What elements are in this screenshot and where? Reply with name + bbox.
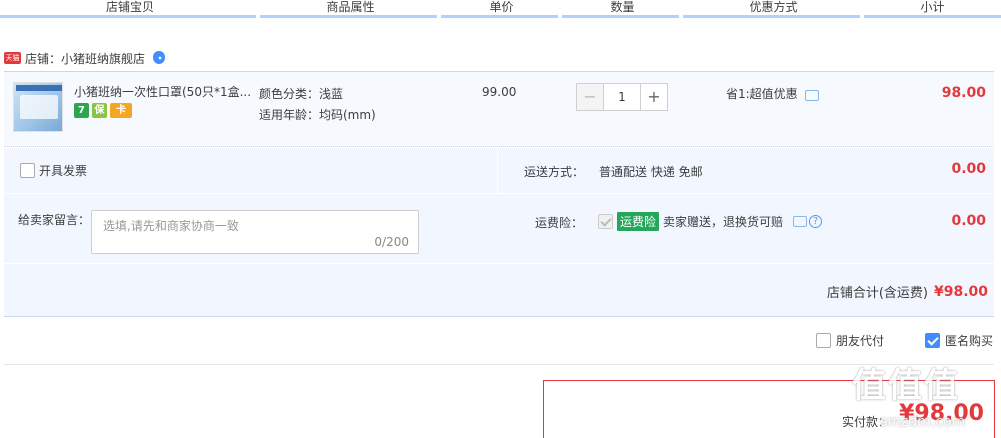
seven-day-return-icon[interactable]: 7 [74,103,89,118]
header-col-item: 店铺宝贝 [0,0,260,18]
friend-pay-option[interactable]: 朋友代付 [816,332,884,349]
promo-info: 省1:超值优惠 [726,85,819,102]
cart-item-row: 小猪班纳一次性口罩(50只*1盒... 7 保 卡 颜色分类：浅蓝 适用年龄：均… [4,71,994,147]
shop-total-value: ¥98.00 [933,283,988,300]
anonymous-option[interactable]: 匿名购买 [925,332,993,349]
message-char-count: 0/200 [374,235,409,249]
message-label: 给卖家留言： [18,213,91,227]
shop-line: 天猫 店铺：小猪班纳旗舰店 [4,48,167,68]
friend-pay-label: 朋友代付 [836,334,885,348]
message-placeholder: 选填,请先和商家协商一致 [103,219,239,233]
anonymous-checkbox[interactable] [925,333,940,348]
order-options-panel: 开具发票 运送方式： 普通配送 快递 免邮 0.00 给卖家留言： 选填,请先和… [4,148,994,317]
insurance-label: 运费险： [535,216,584,230]
invoice-option[interactable]: 开具发票 [20,162,87,179]
quantity-plus-button[interactable]: + [640,83,668,111]
invoice-label: 开具发票 [39,164,88,178]
message-textarea[interactable]: 选填,请先和商家协商一致 0/200 [91,210,419,254]
header-col-price: 单价 [441,0,562,18]
insurance-text: 卖家赠送，退换货可赔 [663,215,784,229]
shop-total-label: 店铺合计(含运费) [826,286,928,301]
attr-age: 适用年龄：均码(mm) [259,108,376,122]
anonymous-label: 匿名购买 [945,334,994,348]
unit-price: 99.00 [482,85,517,99]
product-title-link[interactable]: 小猪班纳一次性口罩(50只*1盒... [74,83,259,100]
site-watermark-logo: 值值值 [852,366,960,406]
shop-name-link[interactable]: 店铺：小猪班纳旗舰店 [25,50,145,67]
promo-comment-icon[interactable] [804,90,819,101]
insurance-checkbox [598,214,613,229]
service-badges: 7 保 卡 [74,103,132,118]
site-watermark-domain: smzdm.com [880,414,966,430]
delivery-fee: 0.00 [951,161,986,177]
insurance-tag: 运费险 [617,212,660,231]
credit-card-icon[interactable]: 卡 [110,103,132,118]
tmall-icon: 天猫 [4,52,21,64]
insurance-fee: 0.00 [951,213,986,229]
delivery-method[interactable]: 普通配送 快递 免邮 [599,163,703,180]
shop-total: 店铺合计(含运费) ¥98.00 [826,282,988,302]
help-icon[interactable]: ? [809,215,823,228]
product-thumbnail[interactable] [13,82,63,132]
wangwang-chat-icon[interactable] [151,50,167,66]
invoice-checkbox[interactable] [20,163,35,178]
insurance-option: 运费险 卖家赠送，退换货可赔 ? [598,212,823,231]
promo-text: 省1:超值优惠 [726,87,798,101]
divider [4,364,994,365]
item-subtotal: 98.00 [941,85,986,101]
cart-header: 店铺宝贝 商品属性 单价 数量 优惠方式 小计 [0,0,1001,18]
quantity-minus-button[interactable]: − [576,83,604,111]
header-col-subtotal: 小计 [864,0,1001,18]
delivery-label: 运送方式： [524,165,585,179]
friend-pay-checkbox[interactable] [816,333,831,348]
attr-color: 颜色分类：浅蓝 [259,87,344,101]
guarantee-icon[interactable]: 保 [92,103,107,118]
header-col-promo: 优惠方式 [683,0,864,18]
header-col-qty: 数量 [562,0,683,18]
insurance-comment-icon[interactable] [793,216,808,227]
quantity-input[interactable] [604,83,640,111]
header-col-attr: 商品属性 [260,0,441,18]
quantity-stepper: − + [576,83,668,111]
